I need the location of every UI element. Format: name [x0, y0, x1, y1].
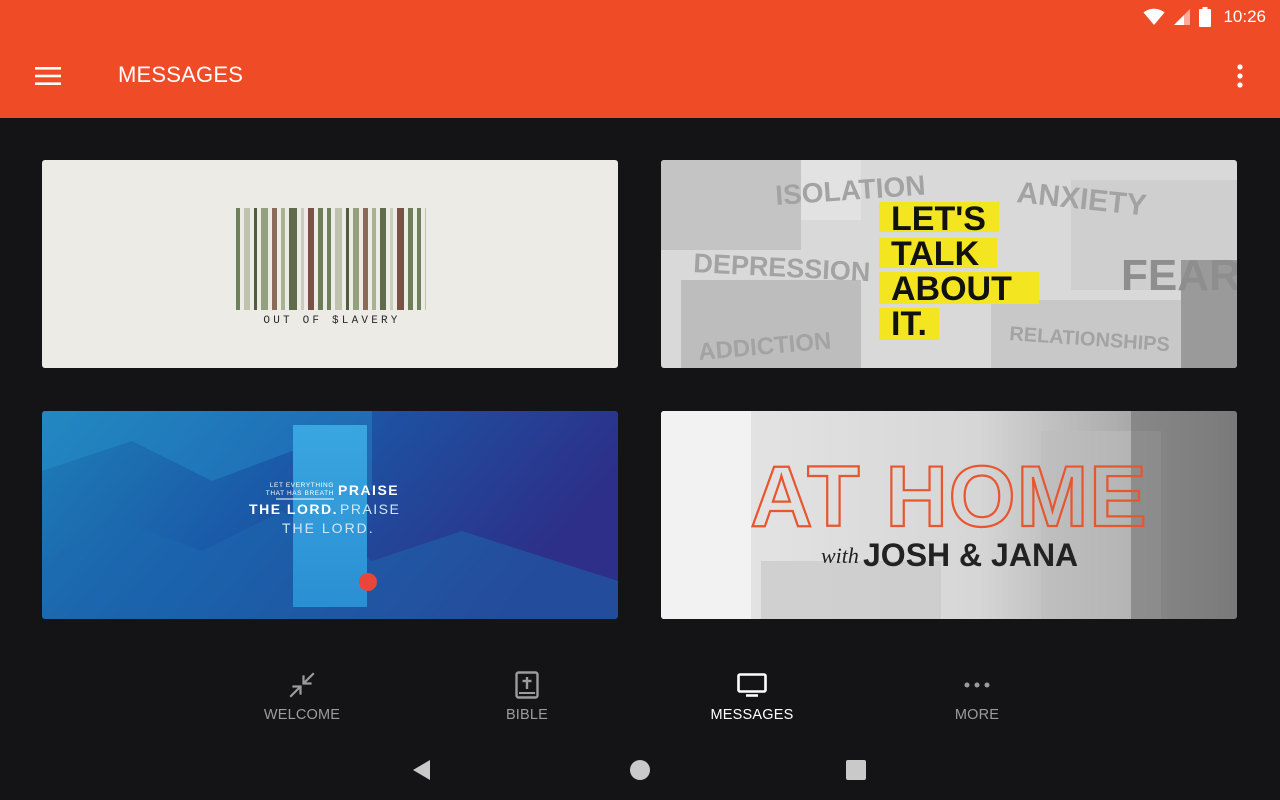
recents-icon	[846, 760, 866, 780]
barcode-stripe	[380, 208, 386, 310]
praise-artwork: LET EVERYTHING THAT HAS BREATH PRAISE TH…	[42, 411, 618, 619]
praise-line-1: PRAISE	[338, 482, 399, 498]
series-card-lets-talk-about-it[interactable]: ISOLATION ANXIETY DEPRESSION FEAR RELATI…	[661, 160, 1237, 368]
bottom-navigation: WELCOME BIBLE MESSAGES MORE	[0, 660, 1280, 740]
lets-talk-line-1: LET'S	[891, 200, 986, 238]
more-horiz-icon	[964, 682, 990, 688]
more-vert-icon	[1237, 64, 1243, 88]
status-icons: 10:26	[1143, 6, 1266, 28]
barcode-stripe	[327, 208, 331, 310]
barcode-stripe	[397, 208, 404, 310]
at-home-subtitle-names: JOSH & JANA	[863, 537, 1078, 573]
praise-line-2b: PRAISE	[340, 501, 400, 517]
barcode-graphic	[236, 208, 426, 310]
barcode-stripe	[254, 208, 257, 310]
barcode-stripe	[281, 208, 285, 310]
back-icon	[413, 760, 430, 780]
barcode-stripe	[346, 208, 349, 310]
series-card-at-home[interactable]: AT HOME with JOSH & JANA	[661, 411, 1237, 619]
barcode-stripe	[417, 208, 421, 310]
system-recents-button[interactable]	[840, 754, 872, 786]
lets-talk-line-3: ABOUT	[891, 270, 1012, 308]
bible-icon	[515, 671, 539, 699]
praise-badge	[359, 573, 377, 591]
barcode-stripe	[289, 208, 297, 310]
barcode-stripe	[308, 208, 314, 310]
page-title: MESSAGES	[118, 62, 244, 87]
home-icon	[630, 760, 650, 780]
messages-grid: OUT OF $LAVERY ISOLATION ANXIETY DEPRESS…	[0, 118, 1280, 658]
overflow-menu-button[interactable]	[1216, 52, 1264, 100]
barcode-stripe	[236, 208, 240, 310]
nav-item-bible[interactable]: BIBLE	[447, 670, 607, 736]
barcode-stripe	[363, 208, 368, 310]
at-home-title-group: AT HOME	[749, 448, 1147, 546]
system-back-button[interactable]	[406, 754, 438, 786]
lets-talk-artwork: ISOLATION ANXIETY DEPRESSION FEAR RELATI…	[661, 160, 1237, 368]
bg-word-fear: FEAR	[1121, 251, 1237, 300]
nav-item-welcome[interactable]: WELCOME	[222, 670, 382, 736]
status-time: 10:26	[1223, 7, 1266, 26]
praise-line-3: THE LORD.	[282, 520, 375, 536]
nav-label-welcome: WELCOME	[263, 707, 341, 723]
praise-small-line-1: LET EVERYTHING	[270, 482, 334, 489]
barcode-stripe	[408, 208, 413, 310]
cell-signal-icon	[1174, 9, 1191, 25]
lets-talk-line-4: IT.	[891, 305, 927, 343]
barcode-stripe	[261, 208, 268, 310]
status-bar: 10:26	[0, 0, 1280, 34]
menu-button[interactable]	[24, 52, 72, 100]
nav-item-more[interactable]: MORE	[897, 670, 1057, 736]
praise-small-line-2: THAT HAS BREATH	[266, 490, 334, 497]
nav-label-messages: MESSAGES	[710, 707, 794, 723]
system-navigation-bar	[0, 740, 1280, 800]
barcode-stripe	[372, 208, 376, 310]
praise-line-2a: THE LORD.	[249, 501, 338, 517]
barcode-stripe	[318, 208, 323, 310]
nav-item-messages[interactable]: MESSAGES	[672, 670, 832, 736]
tv-icon	[737, 673, 767, 697]
out-of-slavery-artwork: OUT OF $LAVERY	[42, 160, 618, 368]
series-card-praise-the-lord[interactable]: LET EVERYTHING THAT HAS BREATH PRAISE TH…	[42, 411, 618, 619]
series-card-out-of-slavery[interactable]: OUT OF $LAVERY	[42, 160, 618, 368]
barcode-stripe	[301, 208, 304, 310]
at-home-artwork: AT HOME with JOSH & JANA	[661, 411, 1237, 619]
barcode-stripe	[425, 208, 426, 310]
at-home-title: AT HOME	[750, 449, 1147, 545]
barcode-stripe	[390, 208, 393, 310]
system-home-button[interactable]	[624, 754, 656, 786]
barcode-stripe	[335, 208, 342, 310]
out-of-slavery-title: OUT OF $LAVERY	[263, 315, 400, 327]
barcode-stripe	[353, 208, 359, 310]
nav-label-more: MORE	[954, 707, 1000, 723]
nav-label-bible: BIBLE	[505, 707, 549, 723]
wifi-icon	[1143, 8, 1165, 25]
lets-talk-line-2: TALK	[891, 235, 980, 273]
at-home-subtitle-with: with	[821, 543, 859, 568]
hamburger-menu-icon	[35, 67, 61, 85]
battery-icon	[1199, 7, 1212, 27]
barcode-stripe	[244, 208, 250, 310]
app-bar: MESSAGES	[0, 34, 1280, 118]
compress-arrows-icon	[289, 672, 315, 698]
barcode-stripe	[272, 208, 277, 310]
